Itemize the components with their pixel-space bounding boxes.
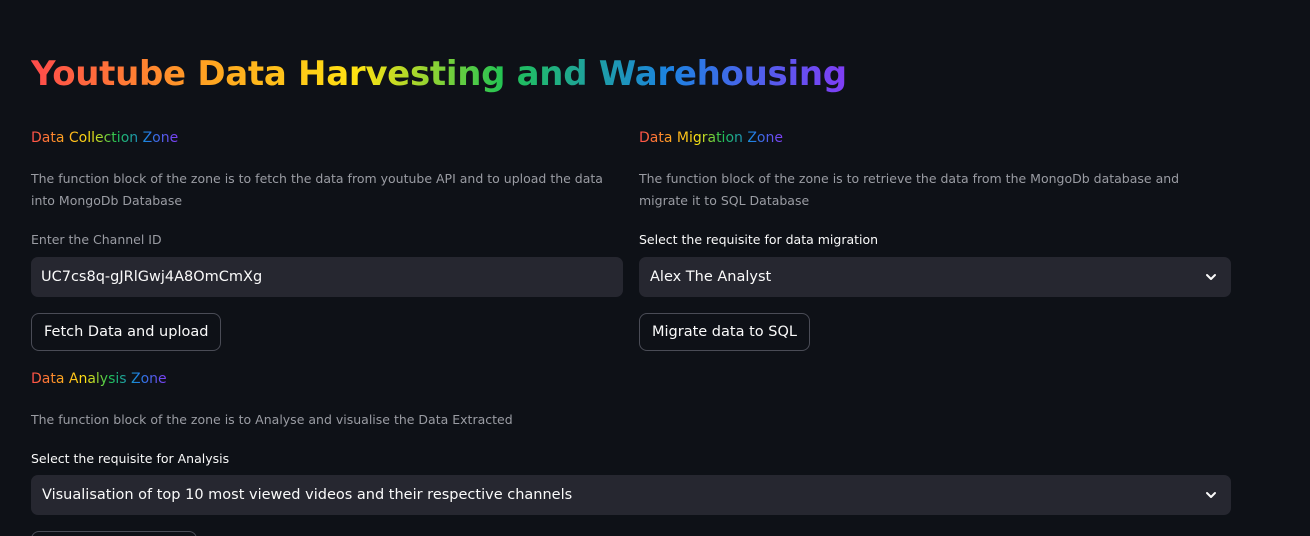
app-page: Youtube Data Harvesting and Warehousing … (0, 0, 1310, 536)
migration-zone-heading: Data Migration Zone (639, 130, 783, 146)
analysis-selected-value: Visualisation of top 10 most viewed vide… (42, 487, 573, 503)
analysis-zone-heading: Data Analysis Zone (31, 371, 167, 387)
analysis-zone-description: The function block of the zone is to Ana… (31, 412, 513, 427)
collection-zone-description: The function block of the zone is to fet… (31, 171, 603, 208)
analysis-submit-button[interactable] (31, 531, 197, 536)
migrate-data-sql-button[interactable]: Migrate data to SQL (639, 313, 810, 351)
collection-zone-heading: Data Collection Zone (31, 130, 179, 146)
analysis-requisite-select[interactable]: Visualisation of top 10 most viewed vide… (31, 475, 1231, 515)
chevron-down-icon (1206, 274, 1216, 280)
channel-id-input[interactable]: UC7cs8q-gJRlGwj4A8OmCmXg (31, 257, 623, 297)
migration-zone-description: The function block of the zone is to ret… (639, 171, 1180, 208)
migration-selected-value: Alex The Analyst (650, 269, 772, 285)
channel-id-label: Enter the Channel ID (31, 232, 162, 247)
chevron-down-icon (1206, 492, 1216, 498)
page-title: Youtube Data Harvesting and Warehousing (31, 54, 847, 94)
fetch-data-upload-button[interactable]: Fetch Data and upload (31, 313, 222, 351)
migration-select-label: Select the requisite for data migration (639, 232, 879, 247)
analysis-select-label: Select the requisite for Analysis (31, 451, 230, 466)
migration-channel-select[interactable]: Alex The Analyst (639, 257, 1231, 297)
